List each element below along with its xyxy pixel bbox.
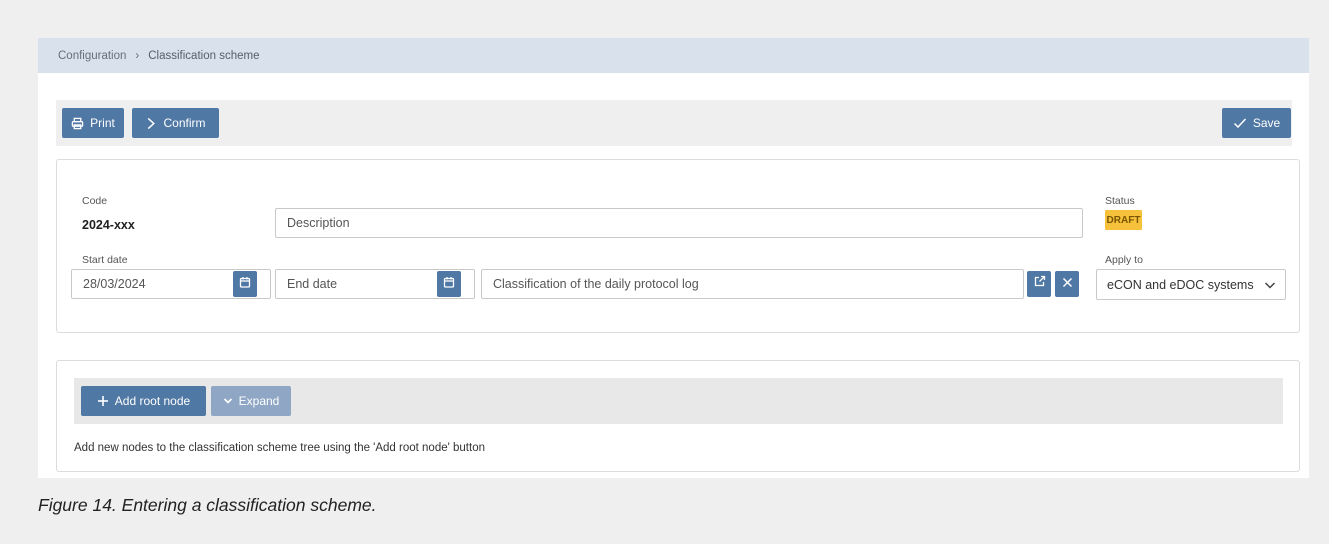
apply-to-label: Apply to xyxy=(1105,254,1143,266)
print-label: Print xyxy=(90,116,115,130)
calendar-icon xyxy=(443,275,455,293)
checkmark-icon xyxy=(1233,117,1247,129)
chevron-down-icon xyxy=(223,396,233,406)
breadcrumb-item-configuration[interactable]: Configuration xyxy=(58,50,126,62)
code-value: 2024-xxx xyxy=(82,218,135,232)
save-button[interactable]: Save xyxy=(1222,108,1291,138)
description-placeholder: Description xyxy=(287,216,350,230)
confirm-button[interactable]: Confirm xyxy=(132,108,219,138)
confirm-label: Confirm xyxy=(163,116,206,130)
breadcrumb-separator: › xyxy=(135,49,140,62)
scheme-form-panel: Code 2024-xxx Description Status DRAFT S… xyxy=(56,159,1300,333)
plus-icon xyxy=(97,395,109,407)
expand-button[interactable]: Expand xyxy=(211,386,291,416)
status-label: Status xyxy=(1105,195,1135,207)
linked-classification-value: Classification of the daily protocol log xyxy=(493,277,699,291)
add-root-node-label: Add root node xyxy=(114,394,191,408)
apply-to-select[interactable]: eCON and eDOC systems xyxy=(1096,269,1286,300)
print-button[interactable]: Print xyxy=(62,108,124,138)
start-date-picker-button[interactable] xyxy=(233,271,257,297)
save-label: Save xyxy=(1252,116,1281,130)
external-link-icon xyxy=(1033,275,1046,293)
breadcrumb-item-current: Classification scheme xyxy=(148,49,260,62)
figure-caption: Figure 14. Entering a classification sch… xyxy=(38,495,377,515)
clear-button[interactable] xyxy=(1055,271,1079,297)
code-label: Code xyxy=(82,195,108,207)
expand-label: Expand xyxy=(238,394,280,408)
apply-to-value: eCON and eDOC systems xyxy=(1107,277,1254,292)
close-icon xyxy=(1062,275,1073,293)
linked-classification-input[interactable]: Classification of the daily protocol log xyxy=(481,269,1024,299)
tree-toolbar: Add root node Expand xyxy=(74,378,1283,424)
open-link-button[interactable] xyxy=(1027,271,1051,297)
scheme-tree-panel: Add root node Expand Add new nodes to th… xyxy=(56,360,1300,472)
start-date-label: Start date xyxy=(82,254,128,266)
end-date-placeholder: End date xyxy=(287,277,338,291)
start-date-value: 28/03/2024 xyxy=(83,277,146,291)
chevron-down-icon xyxy=(1264,279,1276,294)
description-input[interactable]: Description xyxy=(275,208,1083,238)
status-badge: DRAFT xyxy=(1105,210,1142,230)
breadcrumb: Configuration › Classification scheme xyxy=(38,38,1309,73)
app-frame: Configuration › Classification scheme Pr… xyxy=(38,38,1309,478)
chevron-right-icon xyxy=(145,117,157,130)
end-date-picker-button[interactable] xyxy=(437,271,461,297)
action-toolbar: Print Confirm Save xyxy=(56,100,1292,146)
calendar-icon xyxy=(239,275,251,293)
printer-icon xyxy=(71,117,84,130)
add-root-node-button[interactable]: Add root node xyxy=(81,386,206,416)
tree-hint-text: Add new nodes to the classification sche… xyxy=(74,442,485,454)
